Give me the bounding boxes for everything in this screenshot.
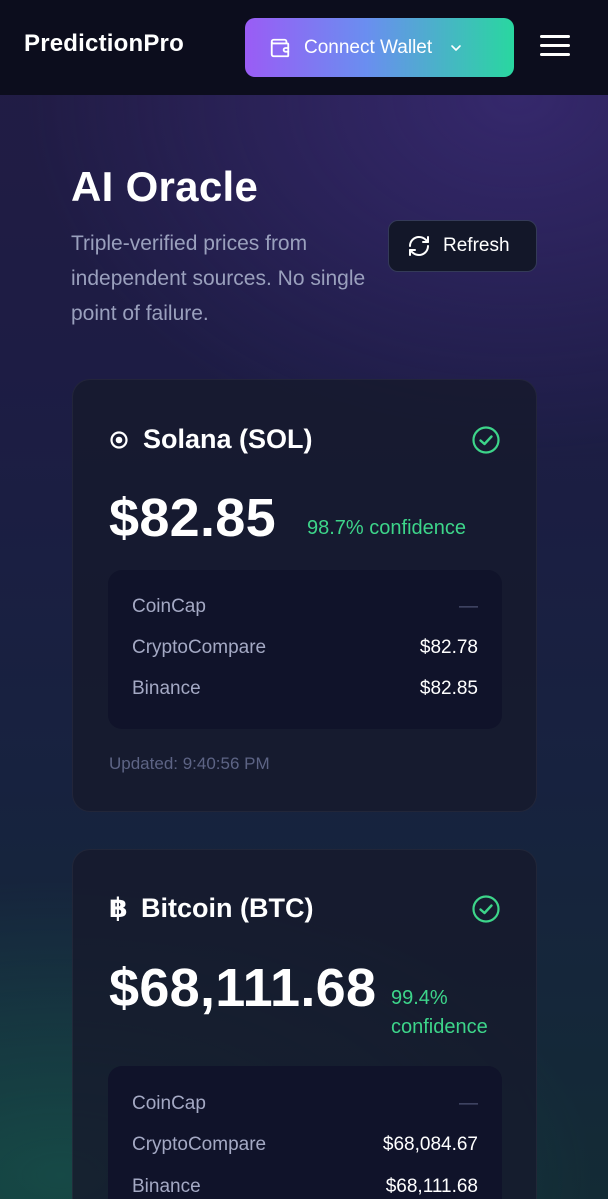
- source-value: $82.85: [419, 678, 478, 699]
- page-subtitle: Triple-verified prices from independent …: [71, 232, 366, 325]
- solana-coin-icon: [110, 430, 128, 449]
- connect-wallet-button[interactable]: Connect Wallet: [245, 18, 514, 77]
- card-header: ฿ Bitcoin (BTC): [109, 893, 313, 924]
- source-name: CryptoCompare: [132, 1134, 267, 1155]
- refresh-label: Refresh: [443, 235, 510, 256]
- source-value: —: [459, 1093, 478, 1114]
- page-title: AI Oracle: [71, 163, 259, 210]
- source-value: —: [459, 596, 478, 617]
- updated-timestamp: Updated: 9:40:56 PM: [109, 754, 270, 773]
- card-header: Solana (SOL): [109, 424, 313, 455]
- source-row: Binance $68,111.68: [132, 1176, 478, 1198]
- sources-panel: CoinCap — CryptoCompare $68,084.67 Binan…: [108, 1066, 502, 1199]
- source-name: CoinCap: [132, 596, 206, 617]
- coin-name: Solana (SOL): [143, 424, 313, 454]
- price-value: $82.85: [109, 488, 276, 548]
- chevron-down-icon: [451, 44, 461, 51]
- source-value: $68,084.67: [382, 1134, 478, 1155]
- source-value: $82.78: [419, 637, 478, 658]
- sources-panel: CoinCap — CryptoCompare $82.78 Binance $…: [108, 570, 502, 729]
- menu-line: [540, 53, 570, 56]
- wallet-icon: [270, 38, 290, 57]
- verified-check-icon: [472, 895, 500, 923]
- price-card-solana: Solana (SOL) $82.85 98.7% confidence Coi…: [72, 379, 537, 812]
- brand-logo-text[interactable]: PredictionPro: [24, 30, 184, 58]
- price-card-bitcoin: ฿ Bitcoin (BTC) $68,111.68 99.4% confide…: [72, 849, 537, 1199]
- refresh-icon: [409, 236, 429, 256]
- confidence-text: confidence: [391, 1016, 488, 1038]
- menu-line: [540, 44, 570, 47]
- source-row: Binance $82.85: [132, 678, 478, 700]
- source-name: CoinCap: [132, 1093, 206, 1114]
- source-row: CoinCap —: [132, 596, 478, 618]
- source-row: CryptoCompare $82.78: [132, 637, 478, 659]
- source-name: Binance: [132, 1176, 201, 1197]
- coin-name: Bitcoin (BTC): [141, 893, 314, 923]
- refresh-button[interactable]: Refresh: [388, 220, 537, 272]
- hamburger-menu-icon[interactable]: [540, 35, 570, 61]
- confidence-percent: 99.4%: [391, 987, 448, 1009]
- source-name: Binance: [132, 678, 201, 699]
- price-value: $68,111.68: [109, 958, 377, 1018]
- menu-line: [540, 35, 570, 38]
- source-name: CryptoCompare: [132, 637, 267, 658]
- confidence-label: 99.4% confidence: [391, 984, 488, 1042]
- connect-wallet-label: Connect Wallet: [304, 36, 433, 58]
- bitcoin-icon: ฿: [109, 893, 128, 923]
- source-row: CoinCap —: [132, 1093, 478, 1115]
- source-value: $68,111.68: [385, 1176, 478, 1197]
- confidence-label: 98.7% confidence: [307, 517, 467, 539]
- top-navigation-bar: PredictionPro Connect Wallet: [0, 0, 608, 95]
- verified-check-icon: [472, 426, 500, 454]
- source-row: CryptoCompare $68,084.67: [132, 1134, 478, 1156]
